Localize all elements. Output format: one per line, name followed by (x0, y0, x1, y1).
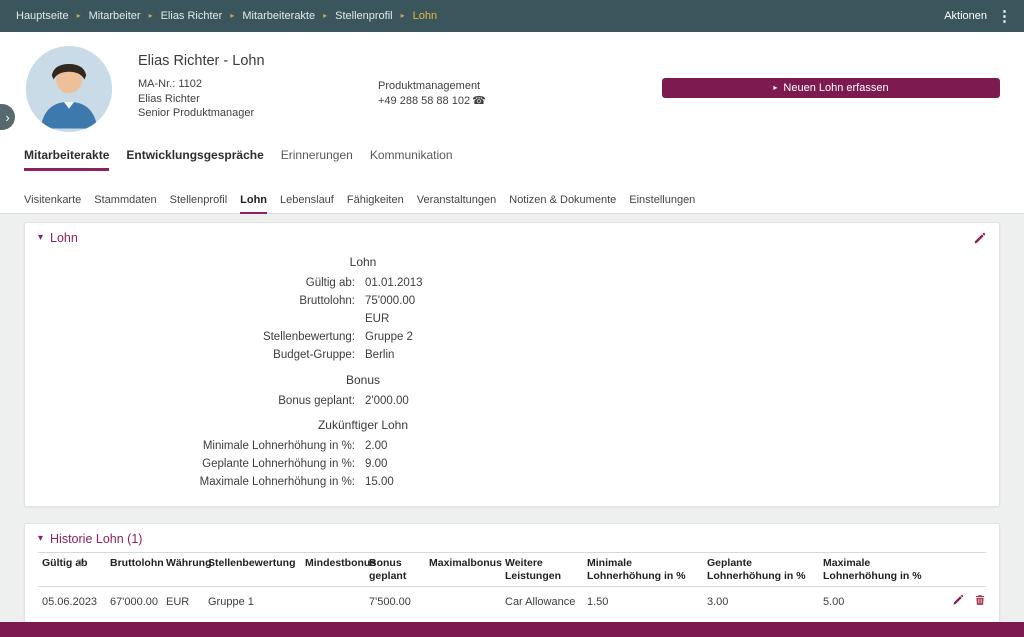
tab-stammdaten[interactable]: Stammdaten (94, 194, 156, 213)
lohn-card-title: Lohn (50, 231, 78, 245)
col-actions (941, 553, 986, 587)
col-geplante-lohnerhoehung: Geplante Lohnerhöhung in % (703, 553, 819, 587)
breadcrumb-item-elias-richter[interactable]: Elias Richter (161, 10, 223, 22)
col-weitere-leistungen: Weitere Leistungen (501, 553, 583, 587)
tab-lohn[interactable]: Lohn (240, 194, 267, 214)
tab-veranstaltungen[interactable]: Veranstaltungen (417, 194, 497, 213)
collapse-icon[interactable]: ▾ (38, 534, 43, 544)
field-max-lohnerhoehung: Maximale Lohnerhöhung in %: 15.00 (25, 476, 701, 489)
col-bonus-geplant: Bonus geplant (365, 553, 425, 587)
breadcrumb-separator-icon: ▸ (230, 12, 234, 20)
breadcrumb-item-hauptseite[interactable]: Hauptseite (16, 10, 69, 22)
new-lohn-button-label: Neuen Lohn erfassen (783, 82, 888, 94)
kebab-menu-icon[interactable]: ⋮ (997, 9, 1012, 24)
trash-icon (974, 594, 986, 606)
avatar (26, 46, 112, 132)
section-title-zukuenftiger-lohn: Zukünftiger Lohn (25, 418, 701, 432)
actions-menu-button[interactable]: Aktionen (944, 10, 987, 22)
caret-right-icon: ▸ (773, 84, 777, 92)
phone-link[interactable]: +49 288 58 88 102☎ (378, 94, 486, 109)
row-actions (941, 587, 986, 617)
breadcrumb: Hauptseite ▸ Mitarbeiter ▸ Elias Richter… (16, 10, 437, 22)
secondary-tabs: Visitenkarte Stammdaten Stellenprofil Lo… (0, 194, 1024, 214)
field-geplante-lohnerhoehung: Geplante Lohnerhöhung in %: 9.00 (25, 458, 701, 471)
edit-lohn-button[interactable] (973, 232, 986, 245)
breadcrumb-item-stellenprofil[interactable]: Stellenprofil (335, 10, 392, 22)
sort-icon[interactable]: ⇅ (76, 557, 84, 570)
page-title: Elias Richter - Lohn (138, 53, 265, 69)
tab-stellenprofil[interactable]: Stellenprofil (170, 194, 227, 213)
section-title-lohn: Lohn (25, 255, 701, 269)
primary-tabs: Mitarbeiterakte Entwicklungsgespräche Er… (24, 148, 453, 171)
expand-panel-button[interactable]: › (0, 104, 15, 130)
table-header-row: Gültig ab ⇅ Bruttolohn Währung Stellenbe… (38, 553, 986, 587)
tab-lebenslauf[interactable]: Lebenslauf (280, 194, 334, 213)
footer-bar (0, 622, 1024, 637)
field-bruttolohn: Bruttolohn: 75'000.00 (25, 295, 701, 308)
employee-contact: Produktmanagement +49 288 58 88 102☎ (378, 79, 486, 108)
delete-row-button[interactable] (974, 594, 986, 606)
phone-number: +49 288 58 88 102 (378, 95, 470, 107)
field-gueltig-ab: Gültig ab: 01.01.2013 (25, 277, 701, 290)
employee-name: Elias Richter (138, 92, 254, 107)
section-title-bonus: Bonus (25, 373, 701, 387)
tab-erinnerungen[interactable]: Erinnerungen (281, 148, 353, 171)
lohn-card: ▾ Lohn Lohn Gültig ab: 01.01.2013 Brutto… (24, 222, 1000, 507)
pencil-icon (973, 232, 986, 245)
col-maximalbonus: Maximalbonus (425, 553, 501, 587)
col-gueltig-ab[interactable]: Gültig ab ⇅ (38, 553, 106, 587)
pencil-icon (952, 594, 964, 606)
breadcrumb-separator-icon: ▸ (77, 12, 81, 20)
breadcrumb-separator-icon: ▸ (323, 12, 327, 20)
historie-card-title: Historie Lohn (1) (50, 532, 142, 546)
col-mindestbonus: Mindestbonus (301, 553, 365, 587)
employee-header: › Elias Richter - Lohn MA-Nr.: 1102 Elia… (0, 32, 1024, 214)
department: Produktmanagement (378, 79, 486, 94)
edit-row-button[interactable] (952, 594, 964, 606)
new-lohn-button[interactable]: ▸ Neuen Lohn erfassen (662, 78, 1000, 98)
breadcrumb-separator-icon: ▸ (149, 12, 153, 20)
phone-icon: ☎ (472, 95, 486, 107)
col-max-lohnerhoehung: Maximale Lohnerhöhung in % (819, 553, 941, 587)
breadcrumb-item-mitarbeiterakte[interactable]: Mitarbeiterakte (242, 10, 315, 22)
table-row: 05.06.2023 67'000.00 EUR Gruppe 1 7'500.… (38, 587, 986, 617)
breadcrumb-item-mitarbeiter[interactable]: Mitarbeiter (89, 10, 141, 22)
lohn-form: Lohn Gültig ab: 01.01.2013 Bruttolohn: 7… (25, 255, 701, 506)
historie-lohn-table: Gültig ab ⇅ Bruttolohn Währung Stellenbe… (38, 552, 986, 616)
collapse-icon[interactable]: ▾ (38, 233, 43, 243)
col-min-lohnerhoehung: Minimale Lohnerhöhung in % (583, 553, 703, 587)
breadcrumb-separator-icon: ▸ (401, 12, 405, 20)
tab-entwicklungsgespraeche[interactable]: Entwicklungsgespräche (126, 148, 263, 171)
col-stellenbewertung: Stellenbewertung (204, 553, 301, 587)
employee-jobtitle: Senior Produktmanager (138, 106, 254, 121)
employee-info: MA-Nr.: 1102 Elias Richter Senior Produk… (138, 77, 254, 121)
field-stellenbewertung: Stellenbewertung: Gruppe 2 (25, 331, 701, 344)
employee-number: MA-Nr.: 1102 (138, 77, 254, 92)
tab-kommunikation[interactable]: Kommunikation (370, 148, 453, 171)
tab-mitarbeiterakte[interactable]: Mitarbeiterakte (24, 148, 109, 171)
tab-visitenkarte[interactable]: Visitenkarte (24, 194, 81, 213)
field-min-lohnerhoehung: Minimale Lohnerhöhung in %: 2.00 (25, 440, 701, 453)
field-bonus-geplant: Bonus geplant: 2'000.00 (25, 395, 701, 408)
col-waehrung: Währung (162, 553, 204, 587)
col-bruttolohn: Bruttolohn (106, 553, 162, 587)
breadcrumb-item-lohn-current[interactable]: Lohn (413, 10, 437, 22)
historie-lohn-card: ▾ Historie Lohn (1) Gültig ab ⇅ Bruttolo… (24, 523, 1000, 623)
main-content: ▾ Lohn Lohn Gültig ab: 01.01.2013 Brutto… (0, 214, 1024, 623)
tab-faehigkeiten[interactable]: Fähigkeiten (347, 194, 404, 213)
breadcrumb-bar: Hauptseite ▸ Mitarbeiter ▸ Elias Richter… (0, 0, 1024, 32)
field-budget-gruppe: Budget-Gruppe: Berlin (25, 349, 701, 362)
field-waehrung: EUR (25, 313, 701, 326)
tab-notizen-dokumente[interactable]: Notizen & Dokumente (509, 194, 616, 213)
tab-einstellungen[interactable]: Einstellungen (629, 194, 695, 213)
